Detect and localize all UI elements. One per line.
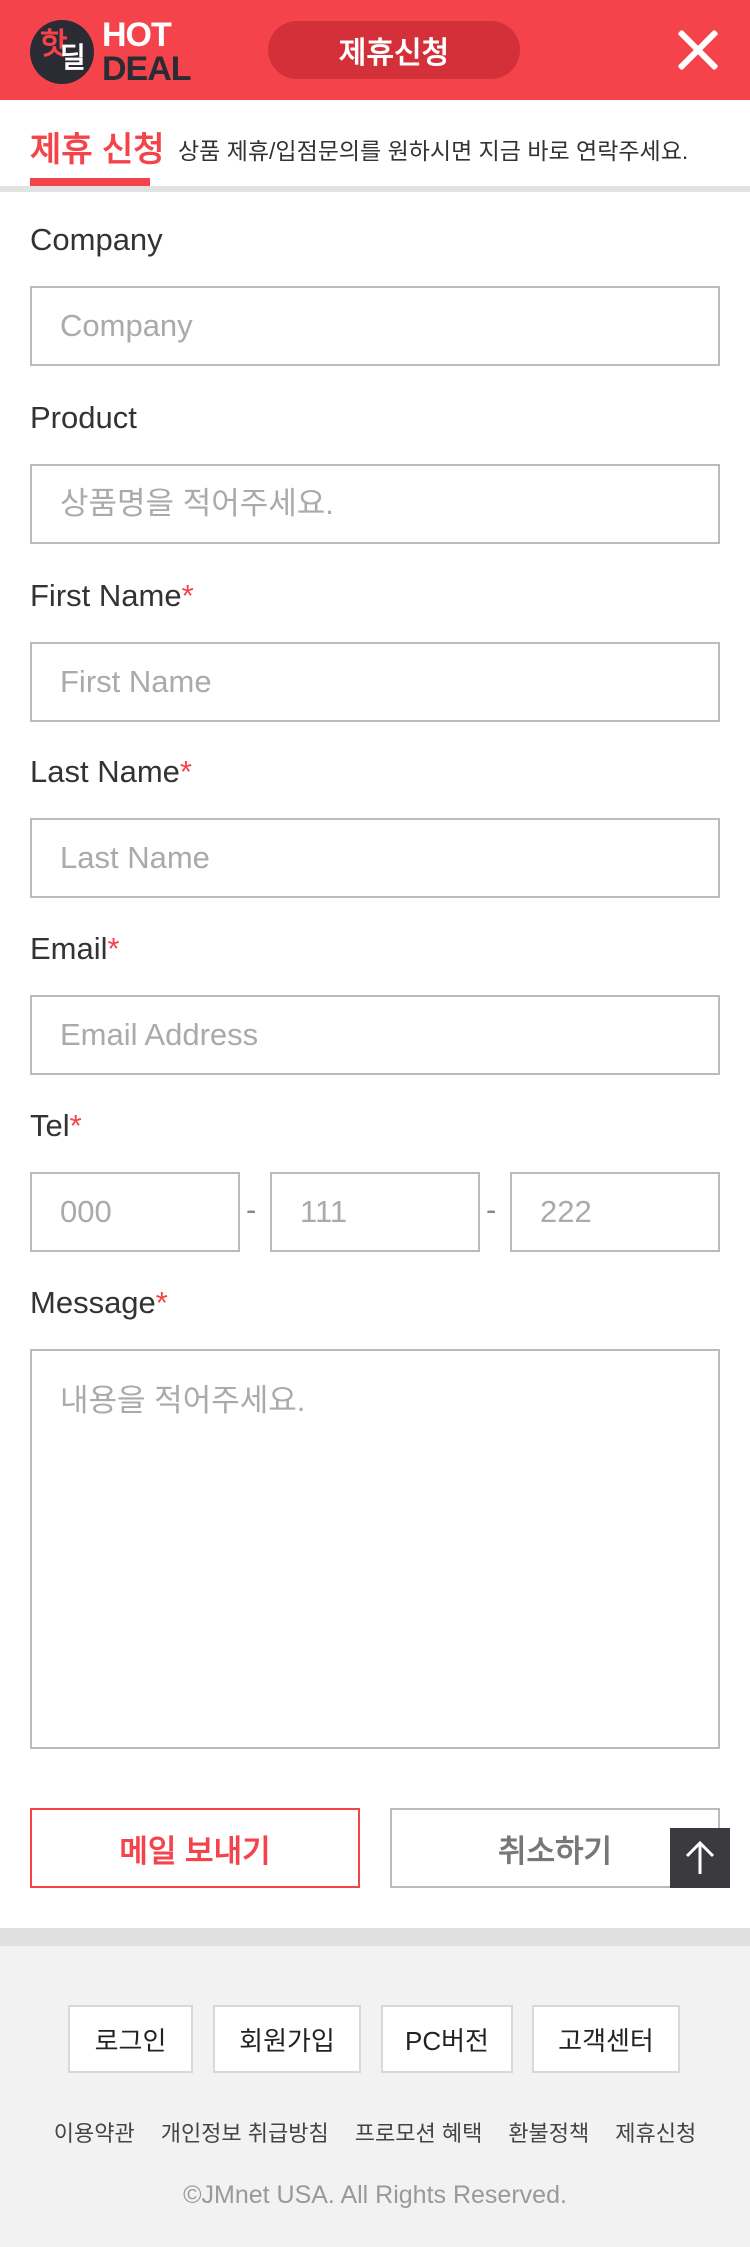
tel-separator: - xyxy=(246,1192,257,1227)
hotdeal-logo[interactable]: 핫 딜 HOT DEAL xyxy=(30,16,192,88)
product-label-text: Product xyxy=(30,400,137,435)
footer-links: 이용약관 개인정보 취급방침 프로모션 혜택 환불정책 제휴신청 xyxy=(0,2116,750,2148)
footer-link-privacy[interactable]: 개인정보 취급방침 xyxy=(161,2116,329,2148)
last-name-input[interactable] xyxy=(30,818,720,898)
send-mail-button[interactable]: 메일 보내기 xyxy=(30,1808,360,1888)
message-textarea[interactable] xyxy=(30,1349,720,1749)
copyright-text: ©JMnet USA. All Rights Reserved. xyxy=(183,2181,567,2209)
footer-link-terms[interactable]: 이용약관 xyxy=(54,2116,135,2148)
tel-label: Tel* xyxy=(30,1108,82,1144)
logo-wordmark: HOT DEAL xyxy=(102,16,192,88)
arrow-up-icon xyxy=(685,1840,715,1874)
logo-deal-text: DEAL xyxy=(102,50,192,88)
last-name-label: Last Name* xyxy=(30,754,192,790)
footer-signup-button[interactable]: 회원가입 xyxy=(213,2005,361,2073)
required-mark: * xyxy=(155,1285,168,1320)
tel-input-3[interactable] xyxy=(510,1172,720,1252)
footer-customer-center-button[interactable]: 고객센터 xyxy=(532,2005,680,2073)
company-label-text: Company xyxy=(30,222,163,257)
section-header: 제휴 신청 상품 제휴/입점문의를 원하시면 지금 바로 연락주세요. xyxy=(0,100,750,192)
last-name-label-text: Last Name xyxy=(30,754,180,789)
tel-input-1[interactable] xyxy=(30,1172,240,1252)
first-name-input[interactable] xyxy=(30,642,720,722)
message-label-text: Message xyxy=(30,1285,156,1320)
footer: 로그인 회원가입 PC버전 고객센터 이용약관 개인정보 취급방침 프로모션 혜… xyxy=(0,1928,750,2247)
page-title-pill: 제휴신청 xyxy=(268,21,520,79)
logo-badge: 핫 딜 xyxy=(30,20,94,84)
logo-hot-text: HOT xyxy=(102,16,172,54)
required-mark: * xyxy=(181,578,194,613)
email-label-text: Email xyxy=(30,931,108,966)
scroll-to-top-button[interactable] xyxy=(670,1828,730,1888)
first-name-label: First Name* xyxy=(30,578,194,614)
logo-korean-2: 딜 xyxy=(60,42,86,73)
tel-input-2[interactable] xyxy=(270,1172,480,1252)
section-title: 제휴 신청 xyxy=(30,131,165,169)
footer-link-promotion[interactable]: 프로모션 혜택 xyxy=(355,2116,483,2148)
product-input[interactable] xyxy=(30,464,720,544)
footer-pc-version-button[interactable]: PC버전 xyxy=(381,2005,513,2073)
footer-link-partnership[interactable]: 제휴신청 xyxy=(615,2116,696,2148)
company-label: Company xyxy=(30,222,163,258)
section-description: 상품 제휴/입점문의를 원하시면 지금 바로 연락주세요. xyxy=(178,138,689,164)
email-input[interactable] xyxy=(30,995,720,1075)
company-input[interactable] xyxy=(30,286,720,366)
required-mark: * xyxy=(107,931,120,966)
product-label: Product xyxy=(30,400,137,436)
message-label: Message* xyxy=(30,1285,168,1321)
first-name-label-text: First Name xyxy=(30,578,182,613)
required-mark: * xyxy=(69,1108,82,1143)
close-icon[interactable] xyxy=(670,22,726,78)
tel-label-text: Tel xyxy=(30,1108,70,1143)
section-title-underline xyxy=(30,178,150,186)
required-mark: * xyxy=(179,754,192,789)
top-header: 핫 딜 HOT DEAL 제휴신청 xyxy=(0,0,750,100)
email-label: Email* xyxy=(30,931,120,967)
tel-separator: - xyxy=(486,1192,497,1227)
footer-link-refund[interactable]: 환불정책 xyxy=(508,2116,589,2148)
footer-login-button[interactable]: 로그인 xyxy=(68,2005,193,2073)
